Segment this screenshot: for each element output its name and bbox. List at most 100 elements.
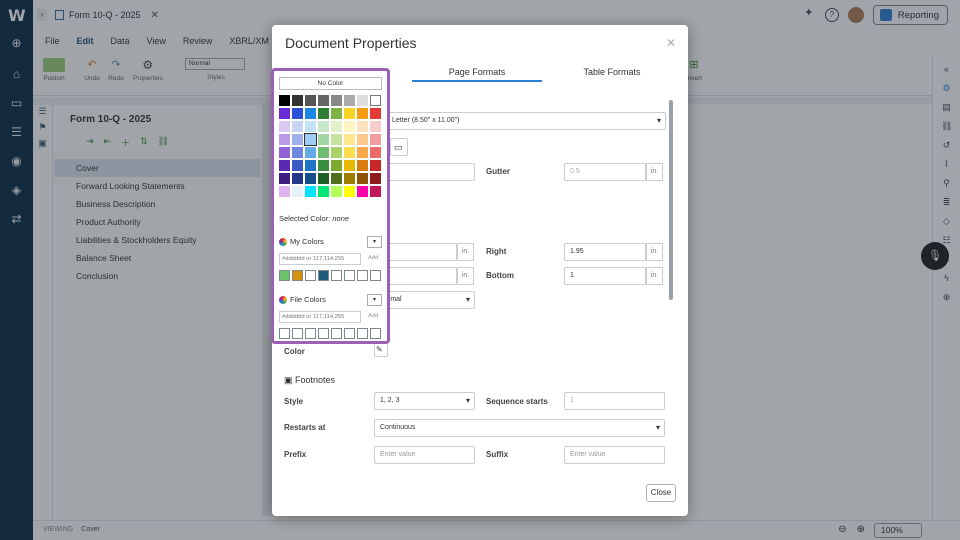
color-swatch[interactable] <box>370 108 381 119</box>
custom-color-swatch[interactable] <box>279 270 290 281</box>
custom-color-swatch[interactable] <box>318 270 329 281</box>
color-swatch[interactable] <box>357 121 368 132</box>
color-swatch[interactable] <box>357 95 368 106</box>
color-swatch-button[interactable]: ✎ <box>374 343 388 357</box>
custom-color-swatch[interactable] <box>331 270 342 281</box>
close-button[interactable]: Close <box>646 484 676 502</box>
color-swatch[interactable] <box>331 121 342 132</box>
color-swatch[interactable] <box>331 108 342 119</box>
file-colors-add[interactable]: Add <box>368 313 378 319</box>
color-swatch[interactable] <box>279 95 290 106</box>
color-swatch[interactable] <box>357 173 368 184</box>
color-swatch[interactable] <box>305 147 316 158</box>
color-swatch[interactable] <box>279 160 290 171</box>
top-margin-field[interactable] <box>386 243 457 261</box>
color-swatch[interactable] <box>331 147 342 158</box>
right-margin-field[interactable]: 1.95 <box>564 243 646 261</box>
color-swatch[interactable] <box>304 133 317 146</box>
suffix-field[interactable]: Enter value <box>564 446 665 464</box>
color-swatch[interactable] <box>344 108 355 119</box>
color-swatch[interactable] <box>370 147 381 158</box>
sequence-field[interactable]: 1 <box>564 392 665 410</box>
color-swatch[interactable] <box>357 186 368 197</box>
custom-color-swatch[interactable] <box>344 270 355 281</box>
color-swatch[interactable] <box>344 160 355 171</box>
left-field[interactable] <box>386 267 457 285</box>
left-margin-field[interactable] <box>386 163 475 181</box>
custom-color-swatch[interactable] <box>331 328 342 339</box>
color-swatch[interactable] <box>370 95 381 106</box>
color-swatch[interactable] <box>279 121 290 132</box>
color-swatch[interactable] <box>344 95 355 106</box>
color-swatch[interactable] <box>292 134 303 145</box>
my-colors-input[interactable]: #dddddd or 117,114,255 <box>279 253 361 265</box>
color-swatch[interactable] <box>370 121 381 132</box>
color-swatch[interactable] <box>279 108 290 119</box>
custom-color-swatch[interactable] <box>344 328 355 339</box>
color-swatch[interactable] <box>370 160 381 171</box>
color-swatch[interactable] <box>357 160 368 171</box>
color-swatch[interactable] <box>331 160 342 171</box>
color-swatch[interactable] <box>305 95 316 106</box>
color-swatch[interactable] <box>331 173 342 184</box>
color-swatch[interactable] <box>370 134 381 145</box>
color-swatch[interactable] <box>318 121 329 132</box>
color-swatch[interactable] <box>357 134 368 145</box>
custom-color-swatch[interactable] <box>370 270 381 281</box>
color-swatch[interactable] <box>279 134 290 145</box>
prefix-field[interactable]: Enter value <box>374 446 475 464</box>
color-swatch[interactable] <box>305 173 316 184</box>
color-swatch[interactable] <box>344 147 355 158</box>
color-swatch[interactable] <box>279 147 290 158</box>
color-swatch[interactable] <box>318 173 329 184</box>
dialog-scrollbar[interactable] <box>669 100 673 300</box>
no-color-button[interactable]: No Color <box>279 77 382 90</box>
color-swatch[interactable] <box>331 95 342 106</box>
my-colors-dropdown[interactable]: ▾ <box>367 236 382 248</box>
custom-color-swatch[interactable] <box>370 328 381 339</box>
tab-page-formats[interactable]: Page Formats <box>412 67 542 82</box>
color-swatch[interactable] <box>305 108 316 119</box>
footnote-style-select[interactable]: 1, 2, 3 <box>374 392 475 410</box>
file-colors-dropdown[interactable]: ▾ <box>367 294 382 306</box>
custom-color-swatch[interactable] <box>318 328 329 339</box>
color-swatch[interactable] <box>292 160 303 171</box>
color-swatch[interactable] <box>305 186 316 197</box>
color-swatch[interactable] <box>331 134 342 145</box>
color-swatch[interactable] <box>305 160 316 171</box>
custom-color-swatch[interactable] <box>305 328 316 339</box>
color-swatch[interactable] <box>357 108 368 119</box>
tab-table-formats[interactable]: Table Formats <box>552 67 672 82</box>
color-swatch[interactable] <box>331 186 342 197</box>
color-swatch[interactable] <box>318 95 329 106</box>
custom-color-swatch[interactable] <box>357 270 368 281</box>
custom-color-swatch[interactable] <box>292 328 303 339</box>
color-swatch[interactable] <box>292 108 303 119</box>
orientation-icon[interactable]: ▭ <box>390 138 408 156</box>
color-swatch[interactable] <box>344 134 355 145</box>
color-swatch[interactable] <box>344 186 355 197</box>
color-swatch[interactable] <box>370 186 381 197</box>
restarts-select[interactable]: Continuous <box>374 419 665 437</box>
bottom-margin-field[interactable]: 1 <box>564 267 646 285</box>
color-swatch[interactable] <box>344 121 355 132</box>
custom-color-swatch[interactable] <box>279 328 290 339</box>
color-swatch[interactable] <box>318 186 329 197</box>
page-size-select[interactable]: Letter (8.50" x 11.00") <box>386 112 666 130</box>
color-swatch[interactable] <box>279 186 290 197</box>
line-style-select[interactable]: rmal <box>382 291 475 309</box>
custom-color-swatch[interactable] <box>305 270 316 281</box>
custom-color-swatch[interactable] <box>357 328 368 339</box>
color-swatch[interactable] <box>344 173 355 184</box>
color-swatch[interactable] <box>370 173 381 184</box>
color-swatch[interactable] <box>318 147 329 158</box>
gutter-field[interactable]: 0.5 <box>564 163 646 181</box>
file-colors-input[interactable]: #dddddd or 117,114,255 <box>279 311 361 323</box>
color-swatch[interactable] <box>292 121 303 132</box>
close-icon[interactable]: ✕ <box>666 36 676 50</box>
color-swatch[interactable] <box>292 95 303 106</box>
color-swatch[interactable] <box>292 147 303 158</box>
color-swatch[interactable] <box>357 147 368 158</box>
color-swatch[interactable] <box>318 160 329 171</box>
color-swatch[interactable] <box>318 108 329 119</box>
